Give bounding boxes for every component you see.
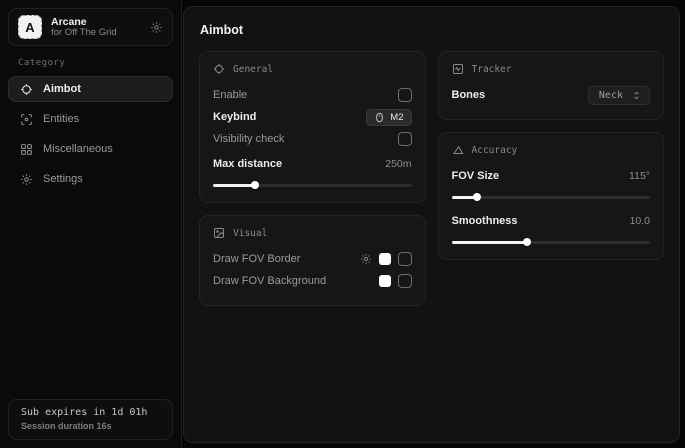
visibility-check-row: Visibility check xyxy=(213,128,412,150)
slider-track xyxy=(452,196,651,199)
settings-gear-icon xyxy=(20,173,33,186)
mouse-icon xyxy=(374,112,385,123)
visual-panel: Visual Draw FOV Border Draw FOV Backgrou… xyxy=(199,215,426,306)
fov-size-row: FOV Size 115° xyxy=(452,165,651,187)
slider-thumb[interactable] xyxy=(473,193,481,201)
smoothness-value: 10.0 xyxy=(630,215,650,227)
sidebar-item-miscellaneous[interactable]: Miscellaneous xyxy=(8,136,173,162)
keybind-value: M2 xyxy=(390,112,403,123)
fov-size-slider[interactable] xyxy=(452,193,651,201)
slider-thumb[interactable] xyxy=(523,238,531,246)
tracker-panel-title: Tracker xyxy=(472,64,512,75)
accuracy-panel-title: Accuracy xyxy=(472,145,518,156)
draw-fov-border-row: Draw FOV Border xyxy=(213,248,412,270)
fov-border-settings-gear-icon[interactable] xyxy=(360,253,372,265)
main-content: Aimbot General Enable Keybind xyxy=(183,6,680,443)
max-distance-label: Max distance xyxy=(213,158,282,170)
enable-label: Enable xyxy=(213,89,247,101)
page-title: Aimbot xyxy=(200,23,664,37)
enable-row: Enable xyxy=(213,84,412,106)
app-subtitle: for Off The Grid xyxy=(51,28,141,39)
enable-checkbox[interactable] xyxy=(398,88,412,102)
max-distance-slider[interactable] xyxy=(213,181,412,189)
draw-fov-background-label: Draw FOV Background xyxy=(213,275,326,287)
sidebar-item-label: Miscellaneous xyxy=(43,143,113,155)
visual-panel-header: Visual xyxy=(213,227,412,239)
activity-icon xyxy=(452,63,464,75)
smoothness-slider[interactable] xyxy=(452,238,651,246)
tracker-panel-header: Tracker xyxy=(452,63,651,75)
keybind-row: Keybind M2 xyxy=(213,106,412,128)
slider-thumb[interactable] xyxy=(251,181,259,189)
fov-background-color-swatch[interactable] xyxy=(379,275,391,287)
smoothness-row: Smoothness 10.0 xyxy=(452,210,651,232)
fov-border-color-swatch[interactable] xyxy=(379,253,391,265)
gear-icon[interactable] xyxy=(150,21,163,34)
subscription-card: Sub expires in 1d 01h Session duration 1… xyxy=(8,399,173,440)
accuracy-panel-header: Accuracy xyxy=(452,144,651,156)
smoothness-label: Smoothness xyxy=(452,215,518,227)
chevrons-up-down-icon xyxy=(631,90,642,101)
crosshair-icon xyxy=(213,63,225,75)
sidebar-item-settings[interactable]: Settings xyxy=(8,166,173,192)
bones-value: Neck xyxy=(599,90,623,101)
fov-border-checkbox[interactable] xyxy=(398,252,412,266)
subscription-expiry: Sub expires in 1d 01h xyxy=(21,407,160,418)
draw-fov-border-label: Draw FOV Border xyxy=(213,253,300,265)
visibility-check-checkbox[interactable] xyxy=(398,132,412,146)
bones-row: Bones Neck xyxy=(452,84,651,106)
image-icon xyxy=(213,227,225,239)
app-meta: Arcane for Off The Grid xyxy=(51,16,141,39)
category-label: Category xyxy=(18,58,163,68)
triangle-icon xyxy=(452,144,464,156)
keybind-label: Keybind xyxy=(213,111,256,123)
app-header-card: A Arcane for Off The Grid xyxy=(8,8,173,46)
sidebar-item-aimbot[interactable]: Aimbot xyxy=(8,76,173,102)
tracker-panel: Tracker Bones Neck xyxy=(438,51,665,120)
max-distance-value: 250m xyxy=(385,158,411,170)
sidebar-item-label: Settings xyxy=(43,173,83,185)
fov-size-value: 115° xyxy=(629,170,650,182)
app-name: Arcane xyxy=(51,16,141,28)
fov-size-label: FOV Size xyxy=(452,170,500,182)
sidebar-item-label: Aimbot xyxy=(43,83,81,95)
app-logo: A xyxy=(18,15,42,39)
general-panel-header: General xyxy=(213,63,412,75)
visibility-check-label: Visibility check xyxy=(213,133,284,145)
max-distance-row: Max distance 250m xyxy=(213,153,412,175)
session-duration: Session duration 16s xyxy=(21,421,160,431)
sidebar: A Arcane for Off The Grid Category Aimbo… xyxy=(0,0,182,448)
general-panel-title: General xyxy=(233,64,273,75)
slider-fill xyxy=(452,241,527,244)
bones-select[interactable]: Neck xyxy=(588,86,650,105)
fov-background-checkbox[interactable] xyxy=(398,274,412,288)
crosshair-icon xyxy=(20,83,33,96)
sidebar-item-entities[interactable]: Entities xyxy=(8,106,173,132)
draw-fov-background-row: Draw FOV Background xyxy=(213,270,412,292)
accuracy-panel: Accuracy FOV Size 115° Smoothness 10.0 xyxy=(438,132,665,260)
scan-eye-icon xyxy=(20,113,33,126)
general-panel: General Enable Keybind M2 V xyxy=(199,51,426,203)
sidebar-item-label: Entities xyxy=(43,113,79,125)
keybind-button[interactable]: M2 xyxy=(366,109,411,126)
bones-label: Bones xyxy=(452,89,486,101)
slider-fill xyxy=(213,184,255,187)
visual-panel-title: Visual xyxy=(233,228,267,239)
grid-icon xyxy=(20,143,33,156)
